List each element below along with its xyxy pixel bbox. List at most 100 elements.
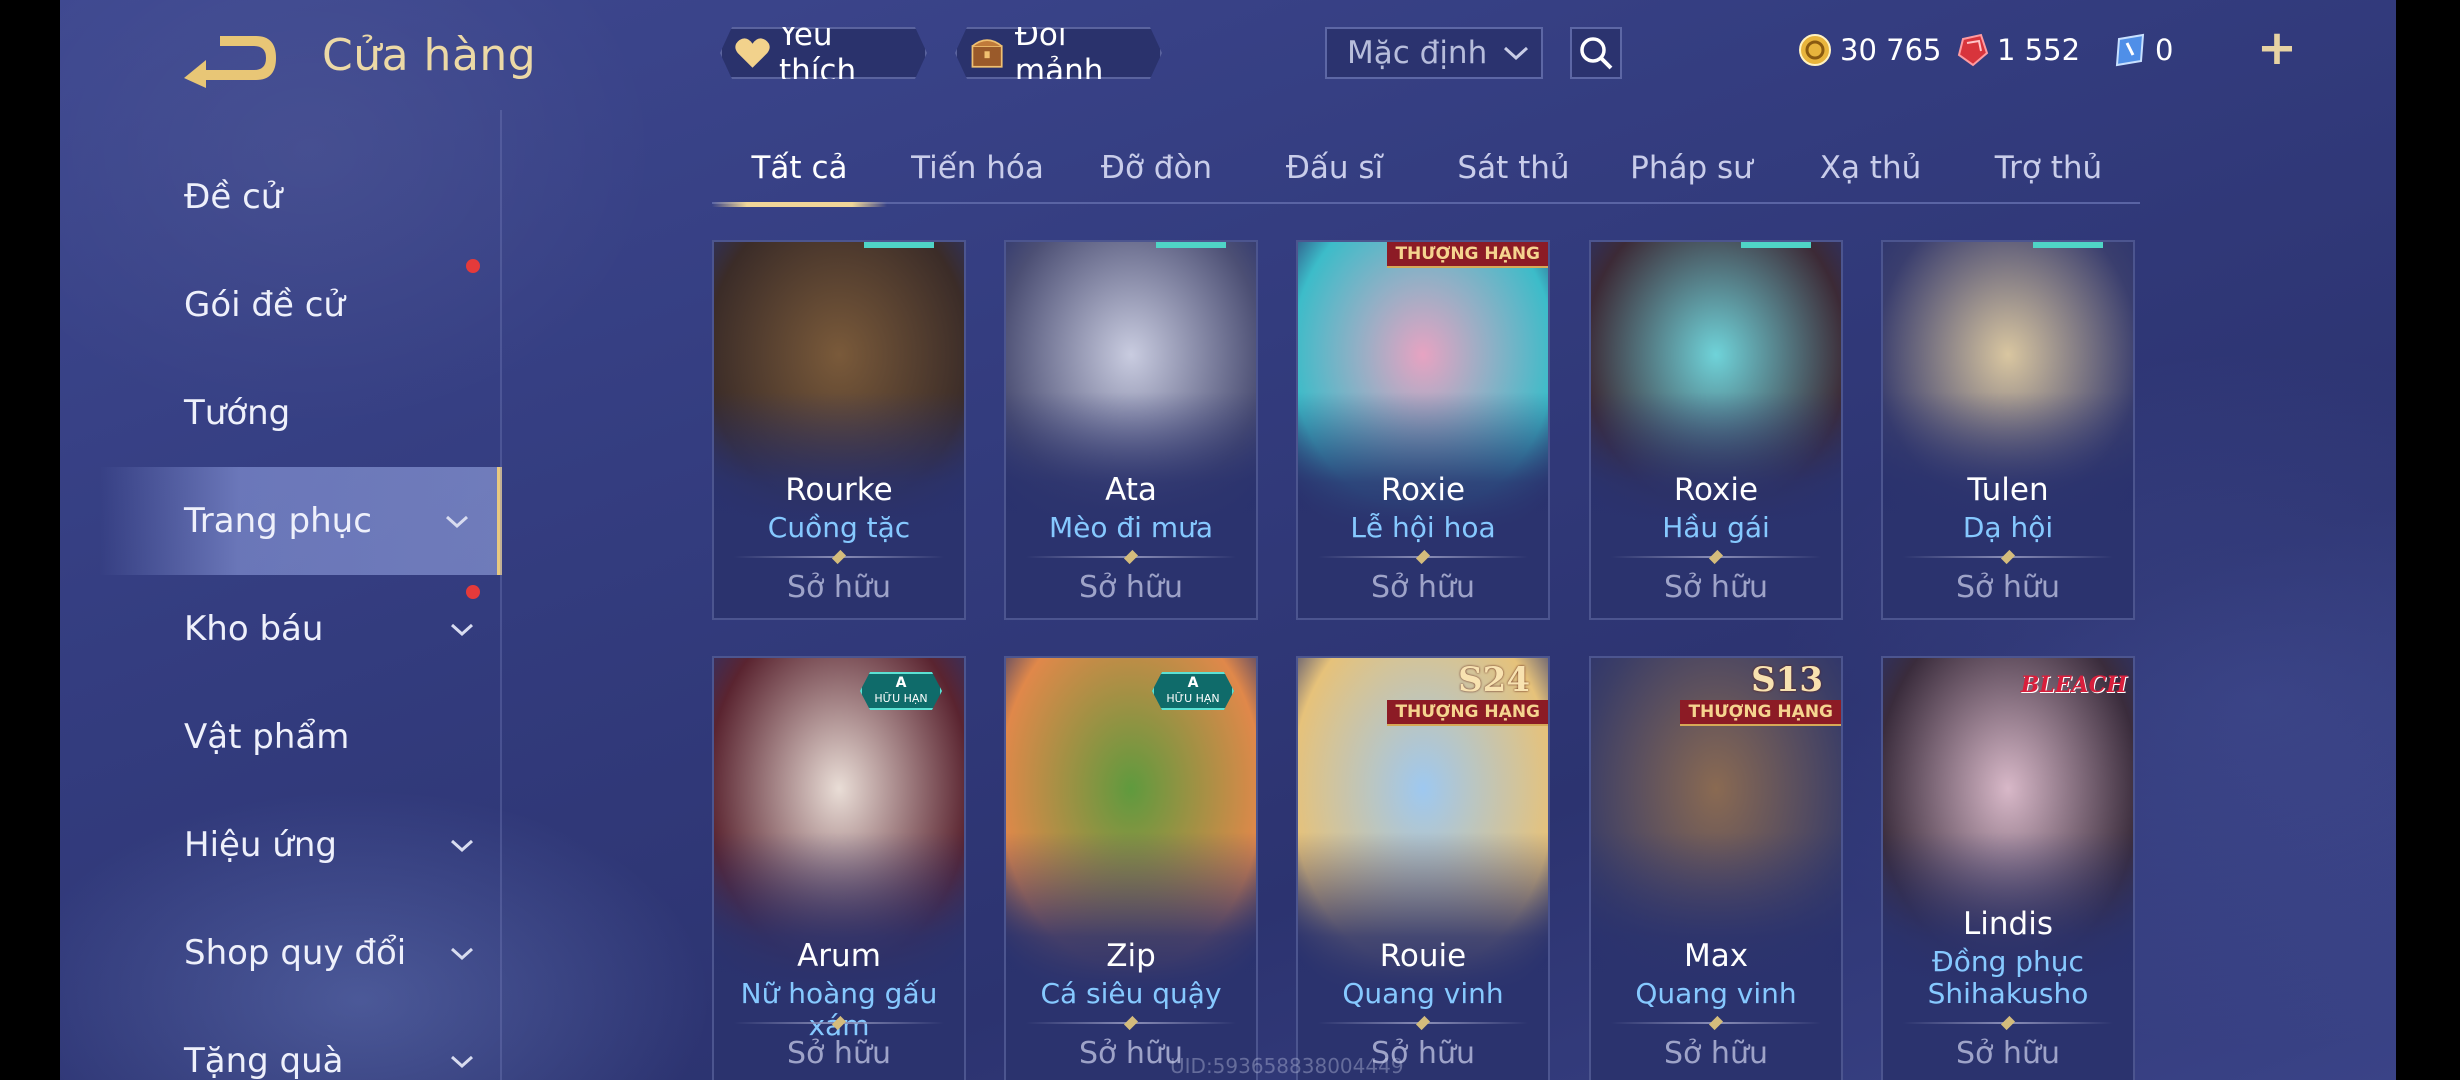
owned-status: Sở hữu bbox=[787, 570, 891, 605]
season-badge: S13 bbox=[1751, 660, 1823, 700]
sidebar-item-effects[interactable]: Hiệu ứng bbox=[100, 791, 502, 899]
hero-name: Ata bbox=[1105, 472, 1157, 508]
gold-amount: 30 765 bbox=[1840, 33, 1942, 67]
notification-dot bbox=[466, 259, 480, 273]
skin-card-max[interactable]: S13 THƯỢNG HẠNG Max Quang vinh Sở hữu bbox=[1589, 656, 1843, 1080]
tab-tank[interactable]: Đỡ đòn bbox=[1069, 140, 1244, 204]
sidebar-item-exchange-shop[interactable]: Shop quy đổi bbox=[100, 899, 502, 1007]
sidebar-item-gifts[interactable]: Tặng quà bbox=[100, 1007, 502, 1080]
skin-card-roxie-maid[interactable]: Roxie Hầu gái Sở hữu bbox=[1589, 240, 1843, 620]
page-title: Cửa hàng bbox=[322, 30, 537, 81]
premium-badge: THƯỢNG HẠNG bbox=[1387, 242, 1548, 268]
tab-mage[interactable]: Pháp sư bbox=[1604, 140, 1779, 204]
user-id-watermark: UID:593658838004449 bbox=[1170, 1054, 1404, 1078]
tab-fighter[interactable]: Đấu sĩ bbox=[1247, 140, 1422, 204]
search-icon bbox=[1580, 37, 1613, 70]
premium-badge: THƯỢNG HẠNG bbox=[1387, 700, 1548, 726]
skin-card-tulen[interactable]: Tulen Dạ hội Sở hữu bbox=[1881, 240, 2135, 620]
notification-dot bbox=[466, 585, 480, 599]
sort-value: Mặc định bbox=[1347, 35, 1488, 71]
skin-name: Cuồng tặc bbox=[767, 511, 911, 544]
sidebar-item-label: Hiệu ứng bbox=[184, 825, 337, 865]
sidebar: Đề cử Gói đề cử Tướng Trang phục Kho báu… bbox=[100, 110, 502, 1080]
tab-evolution[interactable]: Tiến hóa bbox=[890, 140, 1065, 204]
sidebar-item-label: Vật phẩm bbox=[184, 717, 350, 757]
hero-name: Rouie bbox=[1379, 938, 1467, 974]
tag-strip bbox=[2033, 242, 2103, 248]
sidebar-item-heroes[interactable]: Tướng bbox=[100, 359, 502, 467]
chevron-down-icon bbox=[450, 947, 474, 961]
back-button[interactable] bbox=[180, 30, 278, 90]
skin-name: Quang vinh bbox=[1342, 977, 1504, 1010]
ruby-icon bbox=[1957, 33, 1989, 67]
skin-name: Hầu gái bbox=[1662, 511, 1770, 544]
hero-name: Arum bbox=[797, 938, 881, 974]
hero-name: Lindis bbox=[1963, 906, 2053, 942]
limited-badge: A HỮU HẠN bbox=[860, 672, 942, 710]
skin-card-lindis[interactable]: BLEACH Lindis Đồng phục Shihakusho Sở hữ… bbox=[1881, 656, 2135, 1080]
skin-name: Lễ hội hoa bbox=[1350, 511, 1496, 544]
hero-name: Roxie bbox=[1673, 472, 1759, 508]
skin-name: Dạ hội bbox=[1962, 511, 2054, 544]
ruby-balance: 1 552 bbox=[1955, 28, 2080, 72]
tab-assassin[interactable]: Sát thủ bbox=[1426, 140, 1601, 204]
sidebar-item-treasure[interactable]: Kho báu bbox=[100, 575, 502, 683]
chevron-down-icon bbox=[445, 515, 469, 529]
sidebar-item-label: Gói đề cử bbox=[184, 285, 345, 325]
skin-name: Mèo đi mưa bbox=[1048, 511, 1214, 544]
skin-name-line1: Đồng phục bbox=[1932, 945, 2084, 978]
skin-card-arum[interactable]: AHỮU HẠN Arum Nữ hoàng gấu xám Sở hữu bbox=[712, 656, 966, 1080]
voucher-balance: 0 bbox=[2113, 28, 2173, 72]
chevron-down-icon bbox=[450, 1055, 474, 1069]
hero-name: Max bbox=[1683, 938, 1749, 974]
bleach-collab-logo: BLEACH bbox=[2020, 672, 2127, 698]
owned-status: Sở hữu bbox=[1664, 570, 1768, 605]
skin-name: Nữ hoàng gấu xám bbox=[740, 977, 938, 1042]
chevron-down-icon bbox=[450, 623, 474, 637]
favorites-label: Yêu thích bbox=[779, 17, 857, 89]
skin-card-rourke[interactable]: Rourke Cuồng tặc Sở hữu bbox=[712, 240, 966, 620]
sidebar-item-label: Shop quy đổi bbox=[184, 933, 407, 973]
exchange-fragments-button[interactable]: Đổi mảnh bbox=[955, 27, 1162, 79]
owned-status: Sở hữu bbox=[1664, 1036, 1768, 1071]
skin-name: Quang vinh bbox=[1635, 977, 1797, 1010]
tab-support[interactable]: Trợ thủ bbox=[1961, 140, 2136, 204]
voucher-icon bbox=[2115, 33, 2145, 67]
favorites-button[interactable]: Yêu thích bbox=[720, 27, 927, 79]
limited-badge-grade: A bbox=[895, 675, 907, 691]
tab-marksman[interactable]: Xạ thủ bbox=[1783, 140, 1958, 204]
limited-badge-label: HỮU HẠN bbox=[1166, 692, 1220, 705]
sidebar-item-label: Kho báu bbox=[184, 609, 324, 649]
sidebar-item-items[interactable]: Vật phẩm bbox=[100, 683, 502, 791]
sidebar-item-featured[interactable]: Đề cử bbox=[100, 143, 502, 251]
limited-badge-grade: A bbox=[1187, 675, 1199, 691]
owned-status: Sở hữu bbox=[1956, 1036, 2060, 1071]
exchange-label: Đổi mảnh bbox=[1014, 17, 1104, 89]
skin-name: Cá siêu quậy bbox=[1040, 977, 1222, 1010]
skin-card-rouie[interactable]: S24 THƯỢNG HẠNG Rouie Quang vinh Sở hữu bbox=[1296, 656, 1550, 1080]
owned-status: Sở hữu bbox=[1956, 570, 2060, 605]
treasure-chest-icon bbox=[969, 33, 1007, 73]
tab-all[interactable]: Tất cả bbox=[712, 140, 887, 207]
role-tabs: Tất cả Tiến hóa Đỡ đòn Đấu sĩ Sát thủ Ph… bbox=[712, 140, 2140, 207]
skin-card-ata[interactable]: Ata Mèo đi mưa Sở hữu bbox=[1004, 240, 1258, 620]
search-button[interactable] bbox=[1570, 27, 1622, 79]
skin-name-line2: Shihakusho bbox=[1927, 977, 2089, 1010]
sidebar-item-skins[interactable]: Trang phục bbox=[100, 467, 502, 575]
sort-dropdown[interactable]: Mặc định bbox=[1325, 27, 1543, 79]
chevron-down-icon bbox=[1504, 46, 1529, 61]
add-currency-button[interactable]: + bbox=[2255, 24, 2299, 72]
hero-name: Tulen bbox=[1967, 472, 2049, 508]
owned-status: Sở hữu bbox=[787, 1036, 891, 1071]
heart-icon bbox=[734, 35, 771, 71]
tag-strip bbox=[1741, 242, 1811, 248]
sidebar-item-label: Trang phục bbox=[184, 501, 372, 541]
hero-name: Zip bbox=[1106, 938, 1156, 974]
skin-card-zip[interactable]: A HỮU HẠN Zip Cá siêu quậy Sở hữu bbox=[1004, 656, 1258, 1080]
back-arrow-icon bbox=[184, 36, 276, 88]
skin-card-roxie-flower[interactable]: THƯỢNG HẠNG Roxie Lễ hội hoa Sở hữu bbox=[1296, 240, 1550, 620]
premium-badge: THƯỢNG HẠNG bbox=[1680, 700, 1841, 726]
sidebar-item-featured-packs[interactable]: Gói đề cử bbox=[100, 251, 502, 359]
shop-screen: Cửa hàng Yêu thích Đổi mảnh Mặc định 30 … bbox=[60, 0, 2396, 1080]
hero-name: Roxie bbox=[1380, 472, 1466, 508]
